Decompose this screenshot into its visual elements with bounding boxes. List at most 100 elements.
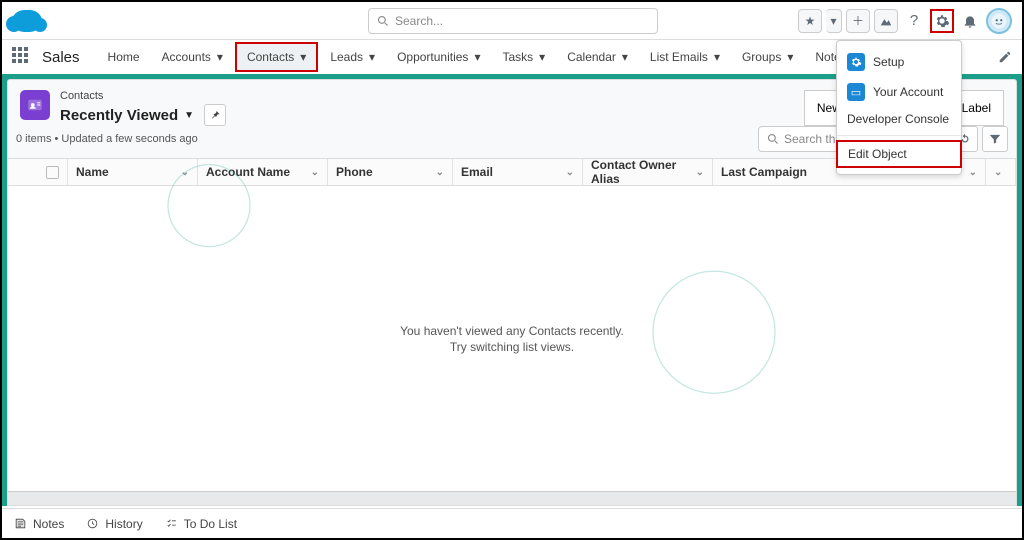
notes-icon: [14, 517, 27, 530]
gear-icon: [847, 53, 865, 71]
nav-tabs: Home Accounts ▾ Contacts ▾ Leads ▾ Opportun…: [98, 42, 926, 72]
menu-label: Your Account: [873, 85, 943, 99]
tab-label: Tasks: [502, 50, 533, 64]
search-icon: [377, 15, 389, 27]
nav-tab-leads[interactable]: Leads ▾: [320, 42, 385, 72]
chevron-down-icon: ⌄: [566, 167, 574, 178]
utility-history[interactable]: History: [86, 517, 142, 531]
col-actions[interactable]: ⌄: [986, 159, 1016, 185]
checklist-icon: [165, 517, 178, 530]
pin-list-button[interactable]: [204, 104, 226, 126]
menu-divider: [837, 135, 961, 136]
edit-nav-button[interactable]: [998, 50, 1012, 64]
chevron-down-icon: ⌄: [436, 167, 444, 178]
utility-label: To Do List: [184, 517, 237, 531]
tab-label: Home: [108, 50, 140, 64]
nav-tab-home[interactable]: Home: [98, 42, 150, 72]
utility-label: Notes: [33, 517, 64, 531]
notifications-button[interactable]: [958, 9, 982, 33]
empty-message-line1: You haven't viewed any Contacts recently…: [400, 324, 624, 338]
chevron-down-icon: ⌄: [181, 167, 189, 178]
setup-menu-setup[interactable]: Setup: [837, 47, 961, 77]
list-view-picker[interactable]: Recently Viewed: [60, 107, 178, 124]
gear-icon: [934, 13, 950, 29]
filter-icon: [988, 132, 1002, 146]
nav-tab-accounts[interactable]: Accounts ▾: [152, 42, 233, 72]
search-icon: [767, 133, 779, 145]
nav-tab-opportunities[interactable]: Opportunities ▾: [387, 42, 490, 72]
setup-menu-developer-console[interactable]: Developer Console: [837, 107, 961, 131]
favorites-dropdown-button[interactable]: ▾: [826, 9, 842, 33]
chevron-down-icon: ⌄: [311, 167, 319, 178]
col-label: Contact Owner Alias: [591, 158, 696, 186]
tab-label: Contacts: [247, 50, 294, 64]
filter-button[interactable]: [982, 126, 1008, 152]
help-button[interactable]: ?: [902, 9, 926, 33]
pin-icon: [209, 109, 221, 121]
chevron-down-icon: ▾: [787, 50, 793, 64]
col-email[interactable]: Email ⌄: [453, 159, 583, 185]
astro-icon: [990, 12, 1008, 30]
global-search[interactable]: Search...: [368, 8, 658, 34]
menu-label: Edit Object: [848, 147, 907, 161]
col-label: Account Name: [206, 165, 290, 179]
col-contact-owner-alias[interactable]: Contact Owner Alias⌄: [583, 159, 713, 185]
utility-notes[interactable]: Notes: [14, 517, 64, 531]
setup-menu: Setup ▭ Your Account Developer Console E…: [836, 40, 962, 175]
nav-tab-list-emails[interactable]: List Emails ▾: [640, 42, 730, 72]
col-label: Email: [461, 165, 493, 179]
chevron-down-icon: ⌄: [994, 167, 1002, 178]
chevron-down-icon: ▾: [474, 50, 480, 64]
select-all-cell: [8, 159, 68, 185]
chevron-down-icon: ⌄: [969, 167, 977, 178]
chevron-down-icon: ▾: [217, 50, 223, 64]
nav-tab-contacts[interactable]: Contacts ▾: [235, 42, 318, 72]
tab-label: List Emails: [650, 50, 708, 64]
trailhead-icon: [879, 14, 893, 28]
object-label: Contacts: [60, 90, 226, 102]
select-all-checkbox[interactable]: [46, 166, 59, 179]
chevron-down-icon: ▾: [714, 50, 720, 64]
tab-label: Calendar: [567, 50, 616, 64]
utility-label: History: [105, 517, 142, 531]
global-header: Search... ★ ▾ ＋ ?: [2, 2, 1022, 40]
trailhead-button[interactable]: [874, 9, 898, 33]
menu-label: Setup: [873, 55, 904, 69]
col-label: Name: [76, 165, 109, 179]
col-account-name[interactable]: Account Name ⌄: [198, 159, 328, 185]
user-avatar[interactable]: [986, 8, 1012, 34]
tab-label: Opportunities: [397, 50, 468, 64]
history-icon: [86, 517, 99, 530]
pencil-icon: [998, 50, 1012, 64]
horizontal-scrollbar[interactable]: [8, 491, 1016, 505]
chevron-down-icon: ▾: [369, 50, 375, 64]
col-label: Last Campaign: [721, 165, 807, 179]
app-name: Sales: [42, 49, 80, 66]
setup-menu-edit-object[interactable]: Edit Object: [836, 140, 962, 168]
setup-gear-button[interactable]: [930, 9, 954, 33]
setup-menu-your-account[interactable]: ▭ Your Account: [837, 77, 961, 107]
col-name[interactable]: Name ⌄: [68, 159, 198, 185]
nav-tab-groups[interactable]: Groups▾: [732, 42, 803, 72]
global-search-placeholder: Search...: [395, 14, 443, 28]
account-icon: ▭: [847, 83, 865, 101]
app-launcher-icon[interactable]: [12, 47, 32, 67]
salesforce-logo: [12, 10, 42, 32]
chevron-down-icon: ⌄: [696, 167, 704, 178]
chevron-down-icon: ▾: [539, 50, 545, 64]
col-phone[interactable]: Phone ⌄: [328, 159, 453, 185]
chevron-down-icon: ▾: [300, 50, 306, 64]
chevron-down-icon: ▾: [622, 50, 628, 64]
list-status-text: 0 items • Updated a few seconds ago: [16, 133, 198, 145]
tab-label: Leads: [330, 50, 363, 64]
favorites-star-button[interactable]: ★: [798, 9, 822, 33]
utility-todo[interactable]: To Do List: [165, 517, 237, 531]
chevron-down-icon[interactable]: ▼: [184, 110, 194, 121]
menu-label: Developer Console: [847, 112, 949, 126]
global-add-button[interactable]: ＋: [846, 9, 870, 33]
table-body-empty: You haven't viewed any Contacts recently…: [8, 186, 1016, 491]
col-label: Phone: [336, 165, 373, 179]
nav-tab-tasks[interactable]: Tasks ▾: [492, 42, 555, 72]
tab-label: Accounts: [162, 50, 211, 64]
nav-tab-calendar[interactable]: Calendar ▾: [557, 42, 638, 72]
